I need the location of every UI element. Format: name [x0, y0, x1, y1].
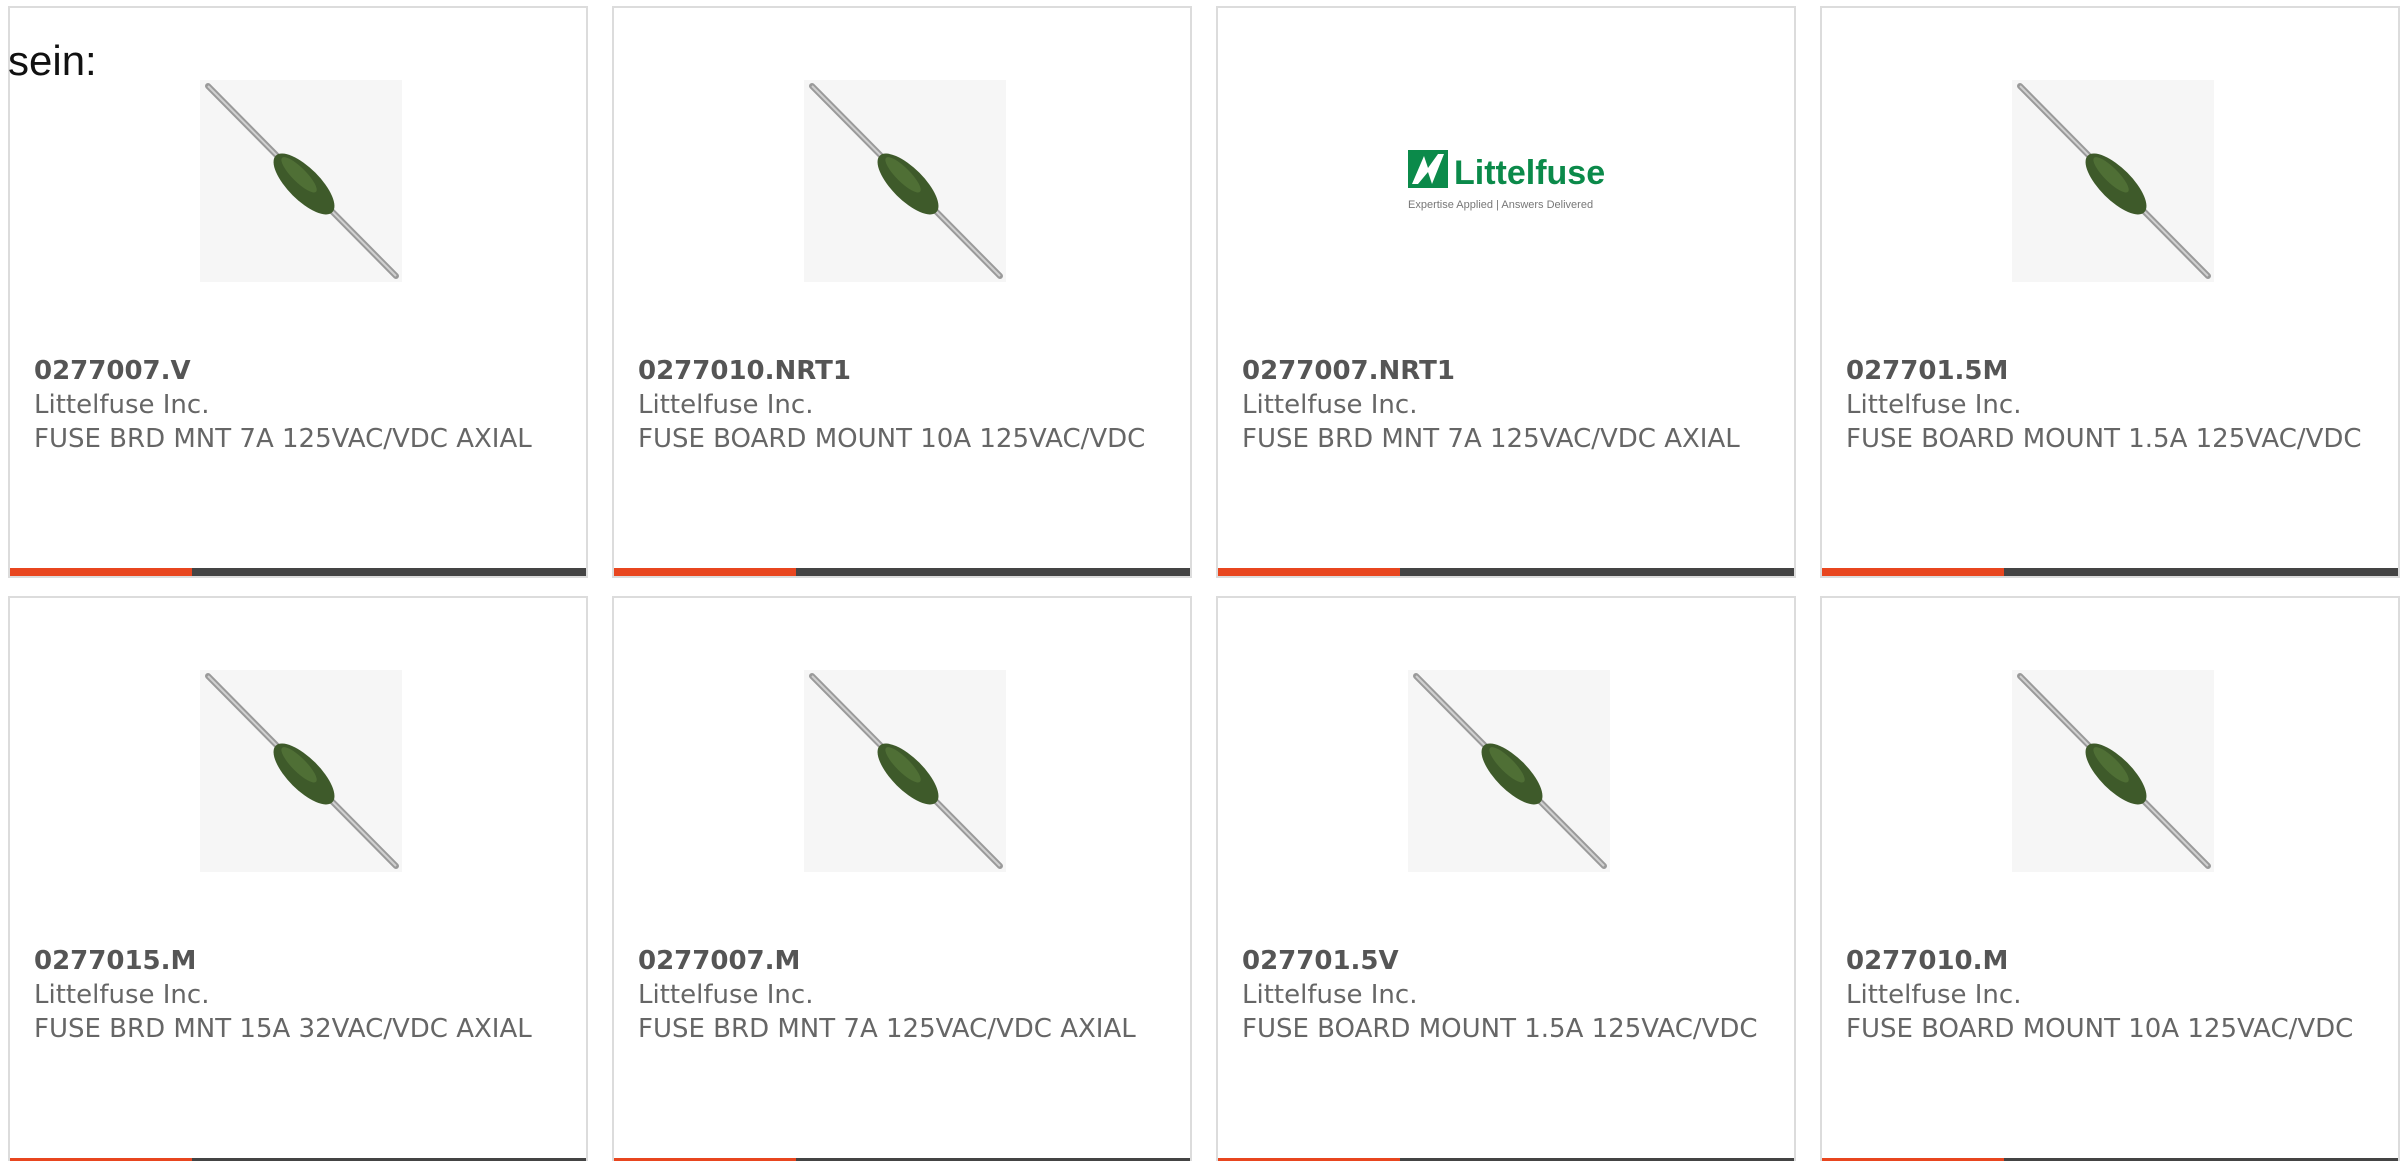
card-accent [1218, 568, 1400, 576]
product-card[interactable]: 027701.5M Littelfuse Inc. FUSE BOARD MOU… [1820, 6, 2400, 578]
svg-text:Expertise Applied | Answers De: Expertise Applied | Answers Delivered [1408, 199, 1593, 211]
description: FUSE BRD MNT 7A 125VAC/VDC AXIAL [1242, 424, 1740, 454]
card-accent [614, 568, 796, 576]
product-info: 0277007.M Littelfuse Inc. FUSE BRD MNT 7… [638, 944, 1158, 1046]
part-number[interactable]: 027701.5V [1242, 944, 1762, 978]
intro-text: sein: [8, 37, 97, 84]
manufacturer: Littelfuse Inc. [638, 390, 814, 420]
product-card[interactable]: 0277010.NRT1 Littelfuse Inc. FUSE BOARD … [612, 6, 1192, 578]
product-card[interactable]: 0277007.V Littelfuse Inc. FUSE BRD MNT 7… [8, 6, 588, 578]
card-bar [10, 568, 586, 576]
product-grid: 0277007.V Littelfuse Inc. FUSE BRD MNT 7… [0, 0, 2400, 1161]
part-number[interactable]: 0277010.NRT1 [638, 354, 1158, 388]
product-grid-page: sein: 0277007.V Littelfuse Inc. FUSE BRD… [0, 0, 2400, 1161]
littelfuse-logo: Littelfuse Expertise Applied | Answers D… [1408, 150, 1605, 211]
axial-fuse-icon [205, 83, 399, 279]
product-image[interactable] [2012, 670, 2214, 872]
product-card[interactable]: 0277007.M Littelfuse Inc. FUSE BRD MNT 7… [612, 596, 1192, 1161]
product-image[interactable] [804, 80, 1006, 282]
product-info: 0277007.V Littelfuse Inc. FUSE BRD MNT 7… [34, 354, 554, 456]
product-info: 0277015.M Littelfuse Inc. FUSE BRD MNT 1… [34, 944, 554, 1046]
description: FUSE BOARD MOUNT 1.5A 125VAC/VDC [1846, 424, 2362, 454]
axial-fuse-icon [205, 673, 399, 869]
axial-fuse-icon [809, 83, 1003, 279]
part-number[interactable]: 0277010.M [1846, 944, 2366, 978]
product-image[interactable] [804, 670, 1006, 872]
manufacturer: Littelfuse Inc. [1846, 980, 2022, 1010]
part-number[interactable]: 027701.5M [1846, 354, 2366, 388]
product-info: 0277010.NRT1 Littelfuse Inc. FUSE BOARD … [638, 354, 1158, 456]
card-bar [1822, 568, 2398, 576]
manufacturer: Littelfuse Inc. [638, 980, 814, 1010]
description: FUSE BRD MNT 15A 32VAC/VDC AXIAL [34, 1014, 532, 1044]
product-card[interactable]: 027701.5V Littelfuse Inc. FUSE BOARD MOU… [1216, 596, 1796, 1161]
axial-fuse-icon [809, 673, 1003, 869]
description: FUSE BRD MNT 7A 125VAC/VDC AXIAL [34, 424, 532, 454]
product-image[interactable] [200, 670, 402, 872]
product-card[interactable]: 0277015.M Littelfuse Inc. FUSE BRD MNT 1… [8, 596, 588, 1161]
product-image[interactable] [200, 80, 402, 282]
product-info: 0277007.NRT1 Littelfuse Inc. FUSE BRD MN… [1242, 354, 1762, 456]
description: FUSE BOARD MOUNT 10A 125VAC/VDC [1846, 1014, 2354, 1044]
card-accent [1822, 568, 2004, 576]
product-info: 027701.5M Littelfuse Inc. FUSE BOARD MOU… [1846, 354, 2366, 456]
product-info: 027701.5V Littelfuse Inc. FUSE BOARD MOU… [1242, 944, 1762, 1046]
product-info: 0277010.M Littelfuse Inc. FUSE BOARD MOU… [1846, 944, 2366, 1046]
description: FUSE BRD MNT 7A 125VAC/VDC AXIAL [638, 1014, 1136, 1044]
axial-fuse-icon [2017, 673, 2211, 869]
axial-fuse-icon [2017, 83, 2211, 279]
part-number[interactable]: 0277007.M [638, 944, 1158, 978]
axial-fuse-icon [1413, 673, 1607, 869]
part-number[interactable]: 0277007.V [34, 354, 554, 388]
part-number[interactable]: 0277015.M [34, 944, 554, 978]
manufacturer: Littelfuse Inc. [34, 980, 210, 1010]
card-bar [1218, 568, 1794, 576]
manufacturer: Littelfuse Inc. [1242, 390, 1418, 420]
product-image[interactable] [1408, 670, 1610, 872]
description: FUSE BOARD MOUNT 1.5A 125VAC/VDC [1242, 1014, 1758, 1044]
manufacturer: Littelfuse Inc. [1846, 390, 2022, 420]
part-number[interactable]: 0277007.NRT1 [1242, 354, 1762, 388]
product-card[interactable]: Littelfuse Expertise Applied | Answers D… [1216, 6, 1796, 578]
product-image[interactable]: Littelfuse Expertise Applied | Answers D… [1388, 138, 1628, 218]
card-bar [614, 568, 1190, 576]
manufacturer: Littelfuse Inc. [1242, 980, 1418, 1010]
description: FUSE BOARD MOUNT 10A 125VAC/VDC [638, 424, 1146, 454]
card-accent [10, 568, 192, 576]
svg-text:Littelfuse: Littelfuse [1454, 154, 1605, 192]
product-image[interactable] [2012, 80, 2214, 282]
manufacturer: Littelfuse Inc. [34, 390, 210, 420]
product-card[interactable]: 0277010.M Littelfuse Inc. FUSE BOARD MOU… [1820, 596, 2400, 1161]
